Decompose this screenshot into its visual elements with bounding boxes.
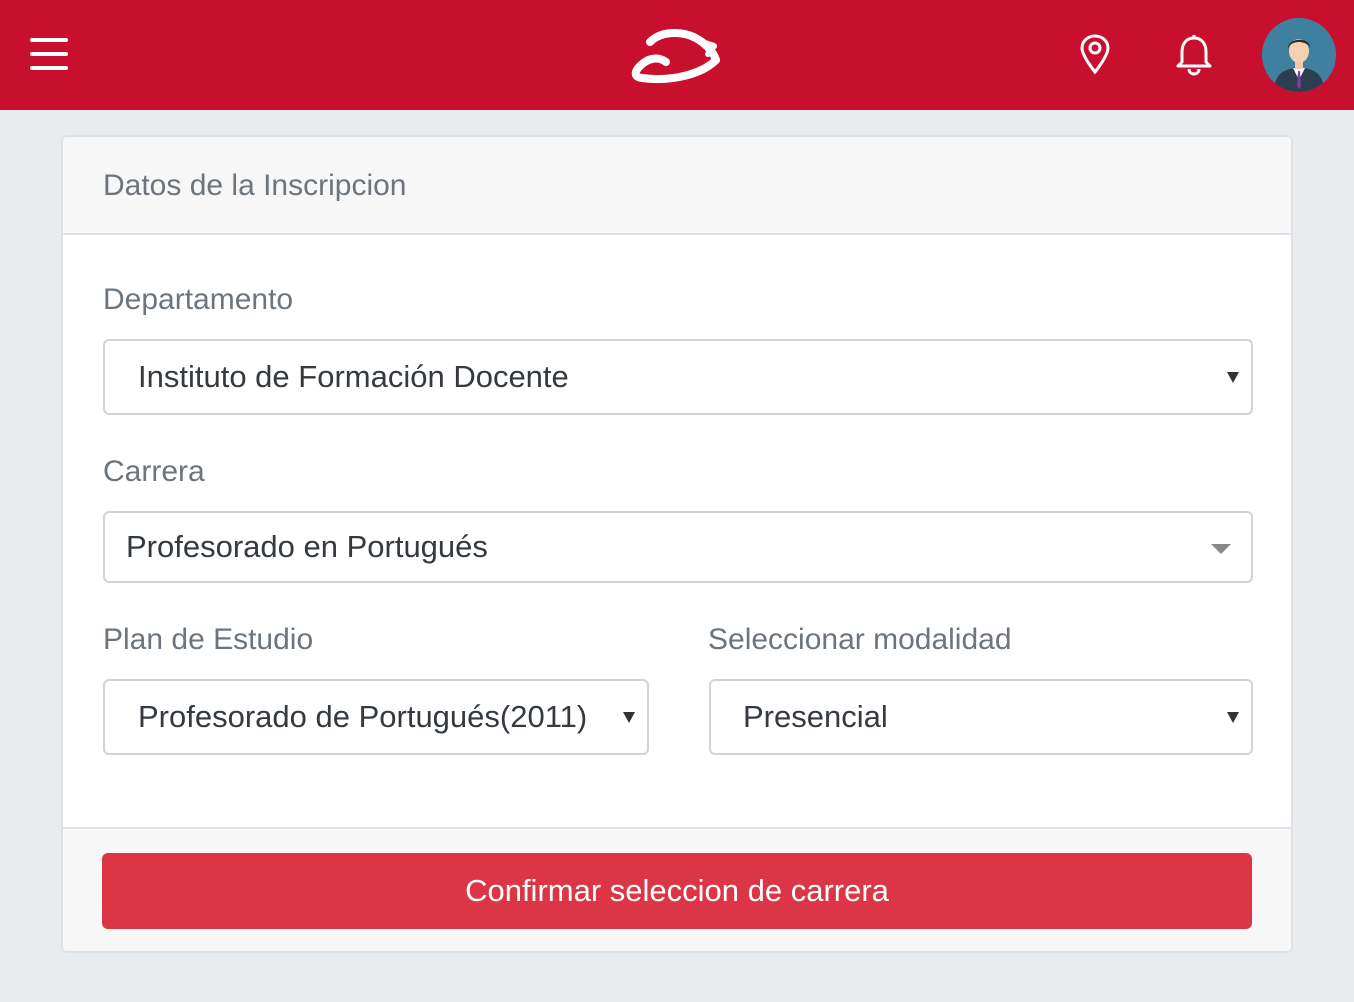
departamento-label: Departamento [103, 283, 294, 316]
modalidad-label: Seleccionar modalidad [708, 623, 1012, 656]
card-footer: Confirmar seleccion de carrera [63, 827, 1291, 951]
carrera-label: Carrera [103, 455, 205, 488]
hamburger-menu-icon[interactable] [30, 38, 70, 74]
dropdown-caret-icon [623, 712, 635, 723]
departamento-selected-value: Instituto de Formación Docente [138, 359, 569, 394]
plan-select[interactable]: Profesorado de Portugués(2011) [103, 679, 649, 755]
chevron-down-icon [1211, 544, 1231, 554]
brand-logo-icon[interactable] [628, 22, 724, 88]
bell-icon[interactable] [1174, 34, 1214, 76]
dropdown-caret-icon [1227, 372, 1239, 383]
card-header: Datos de la Inscripcion [63, 137, 1291, 235]
departamento-select[interactable]: Instituto de Formación Docente [103, 339, 1253, 415]
modalidad-select[interactable]: Presencial [709, 679, 1253, 755]
user-avatar-icon[interactable] [1262, 18, 1336, 92]
modalidad-selected-value: Presencial [743, 699, 888, 734]
card-title: Datos de la Inscripcion [103, 169, 407, 202]
plan-selected-value: Profesorado de Portugués(2011) [138, 699, 588, 734]
confirm-career-button[interactable]: Confirmar seleccion de carrera [102, 853, 1252, 929]
dropdown-caret-icon [1227, 712, 1239, 723]
carrera-selected-value: Profesorado en Portugués [126, 529, 488, 564]
enrollment-card: Datos de la Inscripcion Departamento Ins… [61, 135, 1293, 953]
plan-label: Plan de Estudio [103, 623, 314, 656]
map-pin-icon[interactable] [1076, 34, 1114, 74]
top-navbar [0, 0, 1354, 110]
carrera-select[interactable]: Profesorado en Portugués [103, 511, 1253, 583]
